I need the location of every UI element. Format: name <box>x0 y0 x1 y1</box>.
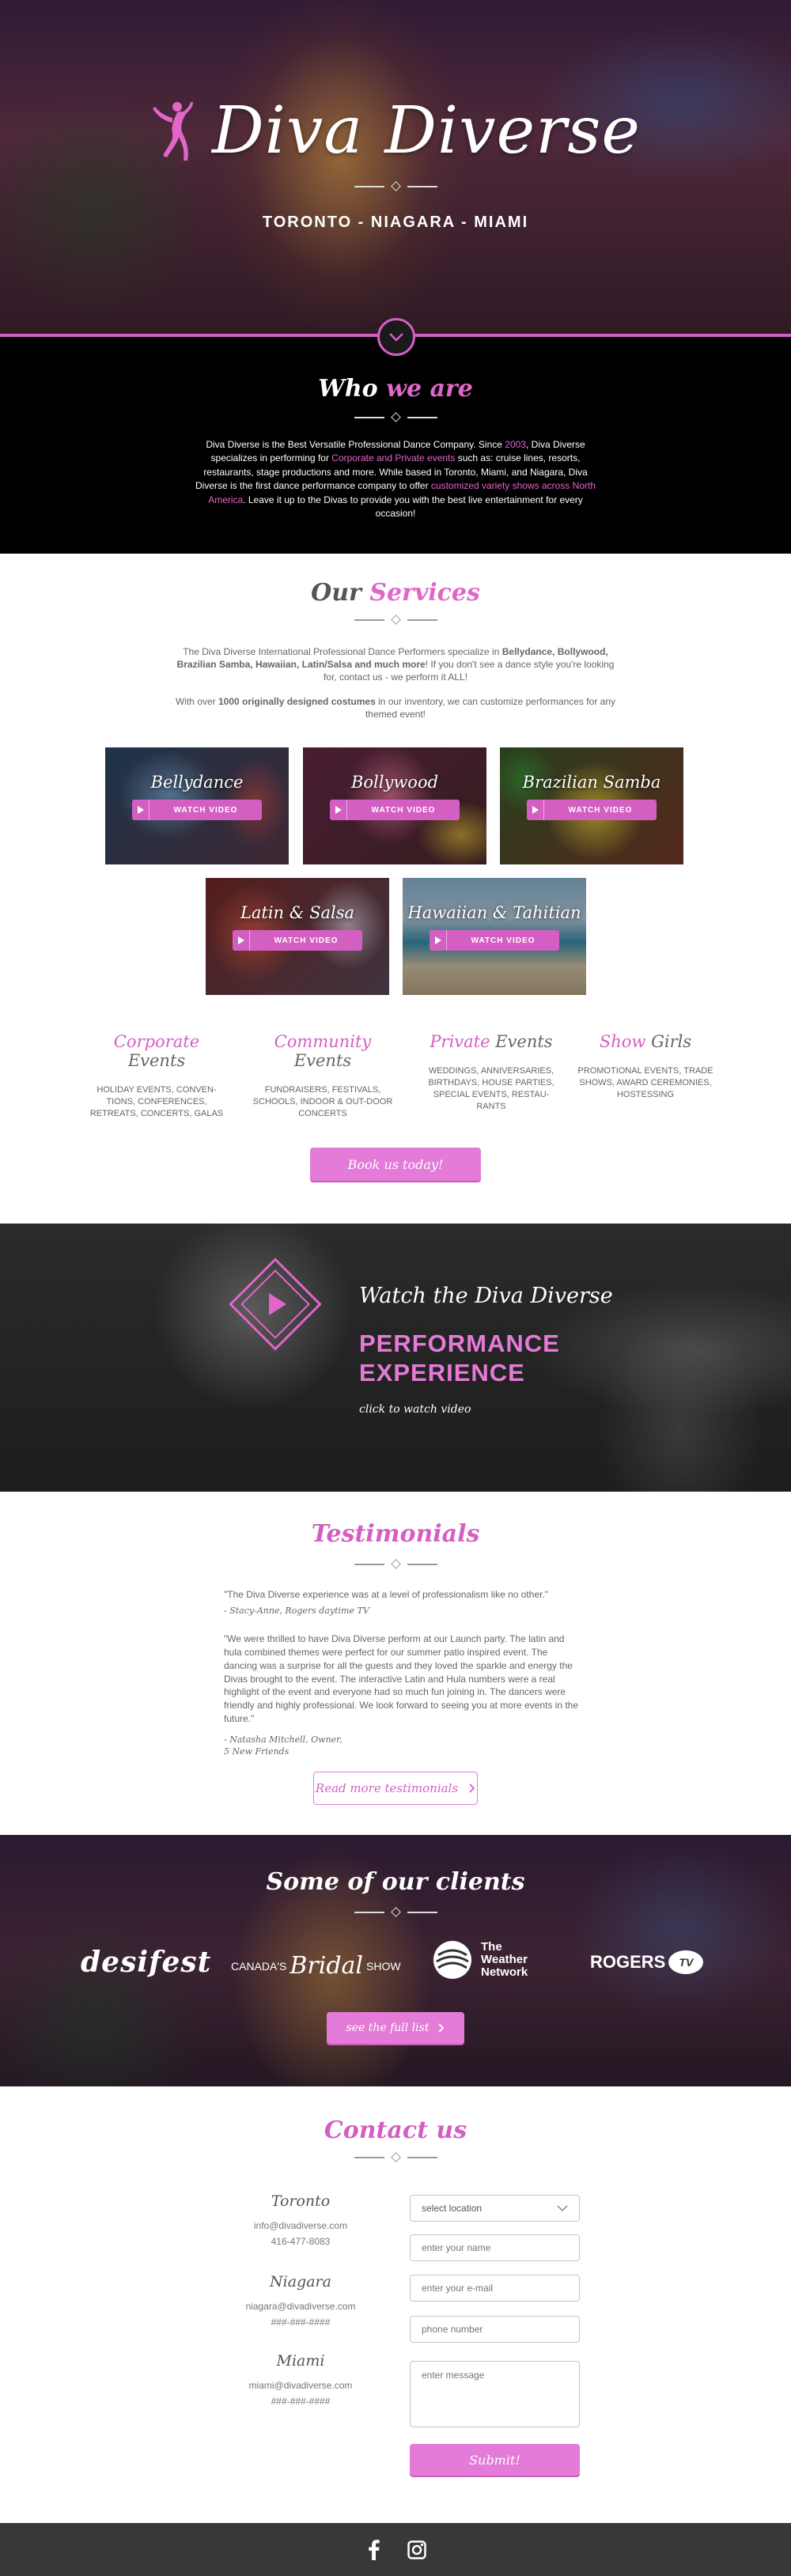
testimonials-divider <box>0 1559 791 1569</box>
play-icon <box>527 800 544 820</box>
event-community: Community Events FUNDRAISERS, FESTIVALS,… <box>252 1032 393 1118</box>
services-intro: The Diva Diverse International Professio… <box>176 646 615 683</box>
event-private: Private Events WEDDINGS, ANNIVERSARIES, … <box>428 1032 554 1111</box>
office-toronto: Toronto info@divadiverse.com 416-477-8083 <box>237 2192 364 2250</box>
testimonial-author: - Natasha Mitchell, Owner, 5 New Friends <box>224 1734 343 1757</box>
office-phone[interactable]: ###-###-#### <box>237 2314 364 2330</box>
instagram-icon[interactable] <box>406 2539 428 2561</box>
contact-section: Contact us Toronto info@divadiverse.com 4… <box>0 2086 791 2523</box>
read-more-testimonials-button[interactable]: Read more testimonials <box>313 1772 478 1805</box>
page: Diva Diverse TORONTO - NIAGARA - MIAMI W… <box>0 0 791 2576</box>
tile-label: Bellydance <box>150 773 244 792</box>
testimonial-quote: "The Diva Diverse experience was at a le… <box>224 1589 549 1600</box>
name-input[interactable] <box>422 2242 568 2253</box>
who-title: Who we are <box>318 375 473 403</box>
office-email[interactable]: info@divadiverse.com <box>237 2218 364 2234</box>
weather-globe-icon <box>433 1941 471 1979</box>
client-logo-rogers-tv: ROGERS TV <box>590 1950 704 1974</box>
clients-divider <box>0 1907 791 1917</box>
service-tile-hawaiian-tahitian[interactable]: Hawaiian & Tahitian WATCH VIDEO <box>403 878 586 995</box>
service-tile-bellydance[interactable]: Bellydance WATCH VIDEO <box>105 747 289 864</box>
service-tile-brazilian-samba[interactable]: Brazilian Samba WATCH VIDEO <box>500 747 683 864</box>
who-divider <box>0 412 791 422</box>
hero-cities: TORONTO - NIAGARA - MIAMI <box>262 214 529 231</box>
office-email[interactable]: niagara@divadiverse.com <box>237 2298 364 2314</box>
watch-video-button[interactable]: WATCH VIDEO <box>430 930 559 951</box>
office-miami: Miami miami@divadiverse.com ###-###-#### <box>237 2352 364 2410</box>
service-tile-latin-salsa[interactable]: Latin & Salsa WATCH VIDEO <box>206 878 389 995</box>
email-input[interactable] <box>422 2283 568 2294</box>
tile-label: Hawaiian & Tahitian <box>407 903 581 922</box>
testimonial-quote: "We were thrilled to have Diva Diverse p… <box>224 1633 579 1724</box>
client-logo-bridal-show: CANADA'S Bridal SHOW <box>231 1952 401 1980</box>
event-show-girls: Show Girls PROMOTIONAL EVENTS, TRADE SHO… <box>577 1032 713 1099</box>
see-full-list-button[interactable]: see the full list <box>327 2012 464 2044</box>
hero-banner: Diva Diverse TORONTO - NIAGARA - MIAMI <box>0 0 791 337</box>
services-divider <box>0 615 791 625</box>
chevron-down-icon <box>557 2204 568 2211</box>
office-phone[interactable]: ###-###-#### <box>237 2393 364 2409</box>
testimonials-section: Testimonials "The Diva Diverse experienc… <box>0 1492 791 1835</box>
chevron-right-icon <box>438 2023 445 2033</box>
watch-video-button[interactable]: WATCH VIDEO <box>330 800 460 820</box>
play-icon <box>430 930 447 951</box>
book-us-button[interactable]: Book us today! <box>310 1148 481 1181</box>
client-logo-weather-network: The Weather Network <box>432 1939 528 1980</box>
testimonial-author: - Stacy-Anne, Rogers daytime TV <box>224 1605 369 1616</box>
chevron-down-icon <box>389 333 403 342</box>
message-field[interactable] <box>410 2361 580 2427</box>
play-icon <box>330 800 347 820</box>
service-tile-bollywood[interactable]: Bollywood WATCH VIDEO <box>303 747 486 864</box>
watch-video-button[interactable]: WATCH VIDEO <box>233 930 362 951</box>
phone-input[interactable] <box>422 2324 568 2335</box>
tile-label: Brazilian Samba <box>522 773 661 792</box>
who-paragraph: Diva Diverse is the Best Versatile Profe… <box>195 439 596 519</box>
tile-label: Bollywood <box>350 773 439 792</box>
services-title: Our Services <box>311 579 480 607</box>
watch-video-link[interactable]: click to watch video <box>359 1403 613 1416</box>
phone-field[interactable] <box>410 2316 580 2343</box>
submit-button[interactable]: Submit! <box>410 2444 580 2476</box>
event-corporate: Corporate Events HOLIDAY EVENTS, CONVEN-… <box>89 1032 224 1118</box>
testimonials-title: Testimonials <box>311 1520 480 1548</box>
location-select[interactable]: select location <box>410 2195 580 2222</box>
play-icon <box>132 800 149 820</box>
services-section: Our Services The Diva Diverse Internatio… <box>0 554 791 721</box>
performance-video-section: Watch the Diva Diverse PERFORMANCE EXPERI… <box>0 1224 791 1492</box>
office-niagara: Niagara niagara@divadiverse.com ###-###-#… <box>237 2273 364 2331</box>
office-email[interactable]: miami@divadiverse.com <box>237 2377 364 2393</box>
performance-subtitle: Watch the Diva Diverse <box>359 1284 613 1308</box>
contact-divider <box>0 2152 791 2162</box>
watch-video-button[interactable]: WATCH VIDEO <box>132 800 262 820</box>
clients-section: Some of our clients desifest CANADA'S Bri… <box>0 1835 791 2086</box>
site-logo[interactable]: Diva Diverse <box>150 93 641 168</box>
office-phone[interactable]: 416-477-8083 <box>237 2234 364 2249</box>
clients-title: Some of our clients <box>266 1868 525 1896</box>
who-we-are-section: Who we are Diva Diverse is the Best Vers… <box>0 337 791 554</box>
footer <box>0 2523 791 2576</box>
message-input[interactable] <box>422 2370 568 2420</box>
client-logo-desifest: desifest <box>81 1946 212 1979</box>
services-costumes: With over 1000 originally designed costu… <box>175 695 615 720</box>
hero-divider <box>354 181 437 191</box>
scroll-down-button[interactable] <box>377 318 415 356</box>
chevron-right-icon <box>469 1784 475 1793</box>
contact-title: Contact us <box>324 2116 467 2144</box>
diamond-play-icon[interactable] <box>226 1255 324 1353</box>
site-title: Diva Diverse <box>212 93 641 168</box>
name-field[interactable] <box>410 2234 580 2261</box>
facebook-icon[interactable] <box>363 2539 385 2561</box>
watch-video-button[interactable]: WATCH VIDEO <box>527 800 657 820</box>
play-icon <box>233 930 250 951</box>
tile-label: Latin & Salsa <box>240 903 355 922</box>
dancer-logo-icon <box>153 101 194 161</box>
performance-title: PERFORMANCE EXPERIENCE <box>359 1330 560 1387</box>
email-field[interactable] <box>410 2275 580 2302</box>
